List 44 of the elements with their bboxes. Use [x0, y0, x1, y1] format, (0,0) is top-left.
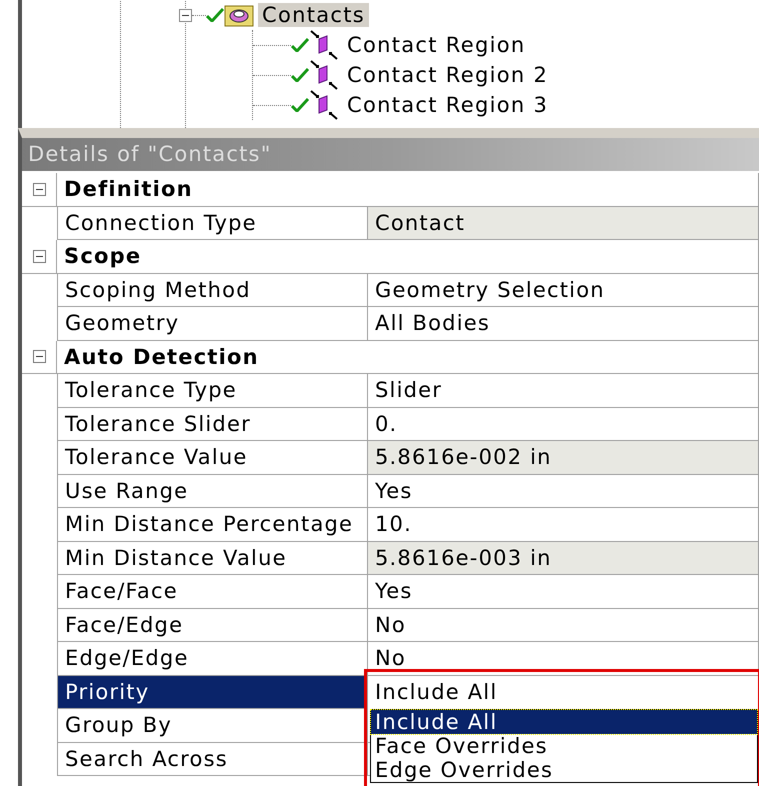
- property-name[interactable]: Priority: [57, 676, 368, 709]
- property-name[interactable]: Min Distance Value: [57, 542, 368, 575]
- section-header: Scope: [57, 240, 759, 274]
- tree-item[interactable]: Contacts: [258, 3, 370, 27]
- collapse-toggle[interactable]: [179, 8, 192, 22]
- property-name[interactable]: Scoping Method: [57, 274, 368, 307]
- tree-item[interactable]: Contact Region 3: [343, 93, 552, 117]
- contact-region-icon: [309, 30, 339, 60]
- property-name[interactable]: Connection Type: [57, 206, 368, 240]
- collapse-toggle[interactable]: [32, 350, 46, 364]
- dropdown-option[interactable]: Face Overrides: [371, 734, 757, 758]
- property-name[interactable]: Face/Face: [57, 575, 368, 608]
- property-value[interactable]: Yes: [368, 474, 759, 508]
- property-name[interactable]: Tolerance Type: [57, 374, 368, 408]
- property-value[interactable]: Geometry Selection: [368, 274, 759, 307]
- property-name[interactable]: Face/Edge: [57, 608, 368, 642]
- dropdown-option[interactable]: Edge Overrides: [371, 758, 757, 782]
- collapse-toggle[interactable]: [32, 182, 46, 196]
- property-value[interactable]: Slider: [368, 374, 759, 408]
- property-value[interactable]: No: [368, 608, 759, 642]
- contact-region-icon: [309, 90, 339, 120]
- property-name[interactable]: Use Range: [57, 474, 368, 508]
- property-name[interactable]: Geometry: [57, 307, 368, 340]
- details-title: Details of "Contacts": [22, 138, 759, 171]
- property-name[interactable]: Group By: [57, 709, 368, 742]
- property-name[interactable]: Min Distance Percentage: [57, 508, 368, 542]
- property-value[interactable]: 5.8616e-003 in: [368, 542, 759, 575]
- check-icon: [291, 98, 309, 112]
- check-icon: [206, 8, 224, 22]
- property-name[interactable]: Tolerance Slider: [57, 408, 368, 441]
- collapse-toggle[interactable]: [32, 250, 46, 263]
- property-name[interactable]: Search Across: [57, 742, 368, 776]
- property-value[interactable]: All Bodies: [368, 307, 759, 340]
- property-value[interactable]: Yes: [368, 575, 759, 608]
- contact-region-icon: [309, 60, 339, 90]
- tree-item[interactable]: Contact Region 2: [343, 63, 552, 87]
- property-value[interactable]: 5.8616e-002 in: [368, 441, 759, 474]
- section-header: Auto Detection: [57, 340, 759, 374]
- tree-item[interactable]: Contact Region: [343, 33, 530, 57]
- check-icon: [291, 68, 309, 82]
- property-name[interactable]: Tolerance Value: [57, 441, 368, 474]
- check-icon: [291, 38, 309, 52]
- dropdown-option[interactable]: Include All: [371, 710, 757, 734]
- property-value[interactable]: Contact: [368, 206, 759, 240]
